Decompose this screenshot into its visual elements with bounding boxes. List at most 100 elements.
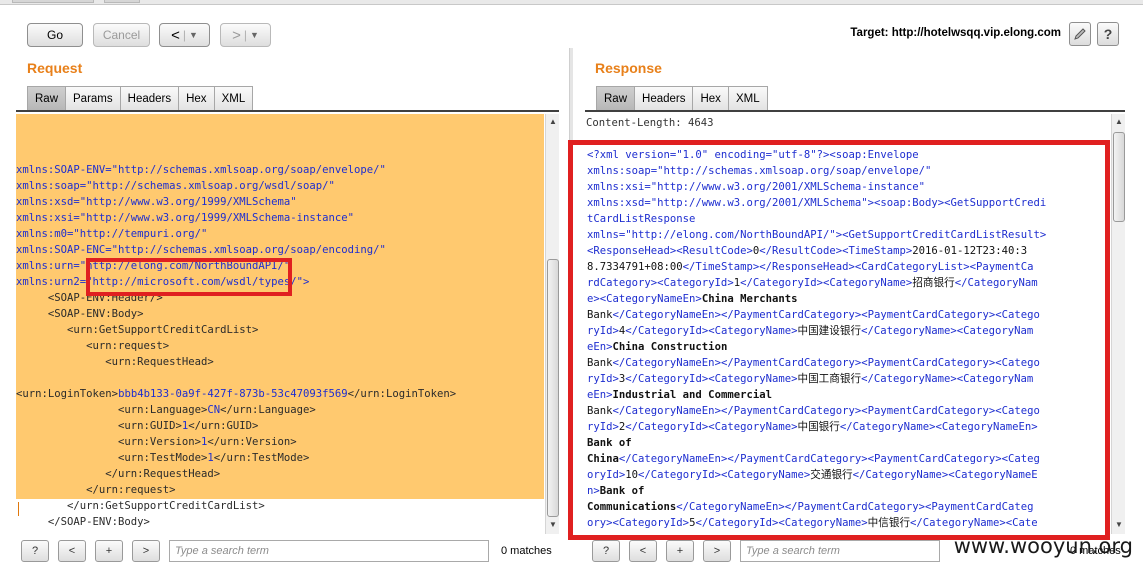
- request-line: <urn:TestMode>1</urn:TestMode>: [16, 450, 544, 466]
- add-button[interactable]: +: [666, 540, 694, 562]
- help-icon: ?: [31, 545, 39, 557]
- chevron-down-icon: ▼: [249, 30, 259, 40]
- scroll-down-icon[interactable]: ▼: [1113, 519, 1125, 531]
- cancel-button[interactable]: Cancel: [93, 23, 150, 47]
- content-length-line: Content-Length: 4643: [586, 117, 714, 129]
- target-label: Target: http://hotelwsqq.vip.elong.com: [850, 27, 1061, 39]
- help-button[interactable]: ?: [1097, 22, 1119, 46]
- tab-headers[interactable]: Headers: [634, 86, 694, 110]
- tab-raw[interactable]: Raw: [27, 86, 67, 110]
- request-line: xmlns:xsi="http://www.w3.org/1999/XMLSch…: [16, 210, 544, 226]
- add-button[interactable]: +: [95, 540, 123, 562]
- request-tabs: Raw Params Headers Hex XML: [27, 86, 254, 110]
- request-line: [16, 370, 544, 386]
- code-token: CN: [207, 404, 221, 416]
- code-token: </SOAP-ENV:Body>: [16, 516, 150, 528]
- request-scrollbar[interactable]: ▲ ▼: [545, 114, 559, 534]
- help-icon: ?: [1103, 26, 1113, 42]
- request-line: <urn:GUID>1</urn:GUID>: [16, 418, 544, 434]
- plus-icon: +: [105, 545, 113, 557]
- search-input[interactable]: Type a search term: [169, 540, 489, 562]
- chevron-left-icon: <: [639, 545, 647, 557]
- code-token: <urn:LoginToken>: [16, 388, 119, 400]
- tab-hex[interactable]: Hex: [692, 86, 729, 110]
- prev-match-button[interactable]: <: [58, 540, 86, 562]
- prev-match-button[interactable]: <: [629, 540, 657, 562]
- request-line: <SOAP-ENV:Body>: [16, 306, 544, 322]
- forward-arrow-icon: >: [232, 26, 241, 44]
- scroll-thumb[interactable]: [1113, 132, 1125, 222]
- chevron-down-icon: ▼: [188, 30, 198, 40]
- code-token: <SOAP-ENV:Body>: [16, 308, 144, 320]
- tab-underline: [16, 110, 559, 112]
- response-scrollbar[interactable]: ▲ ▼: [1111, 114, 1125, 534]
- match-count: 0 matches: [501, 545, 552, 557]
- edit-target-button[interactable]: [1069, 22, 1091, 46]
- code-token: </urn:Language>: [220, 404, 316, 416]
- tab-raw[interactable]: Raw: [596, 86, 636, 110]
- code-token: xmlns:xsd="http://www.w3.org/1999/XMLSch…: [16, 196, 297, 208]
- request-line: xmlns:m0="http://tempuri.org/": [16, 226, 544, 242]
- request-line: <urn:RequestHead>: [16, 354, 544, 370]
- code-token: </urn:RequestHead>: [16, 468, 221, 480]
- code-token: </urn:request>: [16, 484, 176, 496]
- response-tabs: Raw Headers Hex XML: [596, 86, 768, 110]
- help-icon: ?: [602, 545, 610, 557]
- tab-xml[interactable]: XML: [213, 86, 254, 110]
- request-line: <urn:Language>CN</urn:Language>: [16, 402, 544, 418]
- tab-hex[interactable]: Hex: [178, 86, 215, 110]
- plus-icon: +: [676, 545, 684, 557]
- tab-xml[interactable]: XML: [727, 86, 768, 110]
- request-line: xmlns:SOAP-ENV="http://schemas.xmlsoap.o…: [16, 162, 544, 178]
- code-token: <urn:Version>: [16, 436, 201, 448]
- back-arrow-icon: <: [171, 26, 180, 44]
- code-token: </urn:TestMode>: [213, 452, 310, 464]
- code-token: xmlns:SOAP-ENC="http://schemas.xmlsoap.o…: [16, 244, 386, 256]
- go-button[interactable]: Go: [27, 23, 83, 47]
- tab-params[interactable]: Params: [65, 86, 121, 110]
- request-line: xmlns:SOAP-ENC="http://schemas.xmlsoap.o…: [16, 242, 544, 258]
- scroll-down-icon[interactable]: ▼: [547, 519, 559, 531]
- chevron-left-icon: <: [68, 545, 76, 557]
- request-line: <urn:GetSupportCreditCardList>: [16, 322, 544, 338]
- request-editor[interactable]: xmlns:SOAP-ENV="http://schemas.xmlsoap.o…: [16, 114, 544, 533]
- top-tab[interactable]: [12, 0, 94, 3]
- search-input[interactable]: Type a search term: [740, 540, 940, 562]
- code-token: xmlns:soap="http://schemas.xmlsoap.org/w…: [16, 180, 335, 192]
- scroll-up-icon[interactable]: ▲: [1113, 116, 1125, 128]
- forward-button[interactable]: > | ▼: [220, 23, 271, 47]
- request-title: Request: [27, 60, 83, 76]
- code-token: </urn:GetSupportCreditCardList>: [16, 500, 265, 512]
- help-button[interactable]: ?: [21, 540, 49, 562]
- next-match-button[interactable]: >: [703, 540, 731, 562]
- request-line: xmlns:soap="http://schemas.xmlsoap.org/w…: [16, 178, 544, 194]
- code-token: bbb4b133-0a9f-427f-873b-53c47093f569: [118, 388, 348, 400]
- back-button[interactable]: < | ▼: [159, 23, 210, 47]
- top-tab[interactable]: [104, 0, 140, 3]
- code-token: </urn:GUID>: [188, 420, 259, 432]
- code-token: <urn:RequestHead>: [16, 356, 214, 368]
- request-line: </urn:RequestHead>: [16, 466, 544, 482]
- code-token: <urn:GUID>: [16, 420, 182, 432]
- watermark: www.wooyun.org: [953, 534, 1133, 558]
- request-code: xmlns:SOAP-ENV="http://schemas.xmlsoap.o…: [16, 162, 544, 533]
- request-line: </urn:GetSupportCreditCardList>: [16, 498, 544, 514]
- next-match-button[interactable]: >: [132, 540, 160, 562]
- scroll-thumb[interactable]: [547, 259, 559, 517]
- annotation-box: [86, 258, 292, 296]
- code-token: <urn:Language>: [16, 404, 208, 416]
- help-button[interactable]: ?: [592, 540, 620, 562]
- scroll-up-icon[interactable]: ▲: [547, 116, 559, 128]
- code-token: <urn:GetSupportCreditCardList>: [16, 324, 259, 336]
- code-token: <urn:TestMode>: [16, 452, 208, 464]
- code-token: </SOAP-ENV:Envelope>: [16, 532, 144, 533]
- chevron-right-icon: >: [713, 545, 721, 557]
- code-token: xmlns:m0="http://tempuri.org/": [16, 228, 208, 240]
- code-token: xmlns:SOAP-ENV="http://schemas.xmlsoap.o…: [16, 164, 386, 176]
- text-cursor: [18, 502, 19, 516]
- chevron-right-icon: >: [142, 545, 150, 557]
- request-search-bar: ? < + > Type a search term 0 matches: [21, 538, 552, 564]
- annotation-box: [568, 140, 1110, 540]
- pencil-icon: [1074, 28, 1086, 40]
- tab-headers[interactable]: Headers: [119, 86, 180, 110]
